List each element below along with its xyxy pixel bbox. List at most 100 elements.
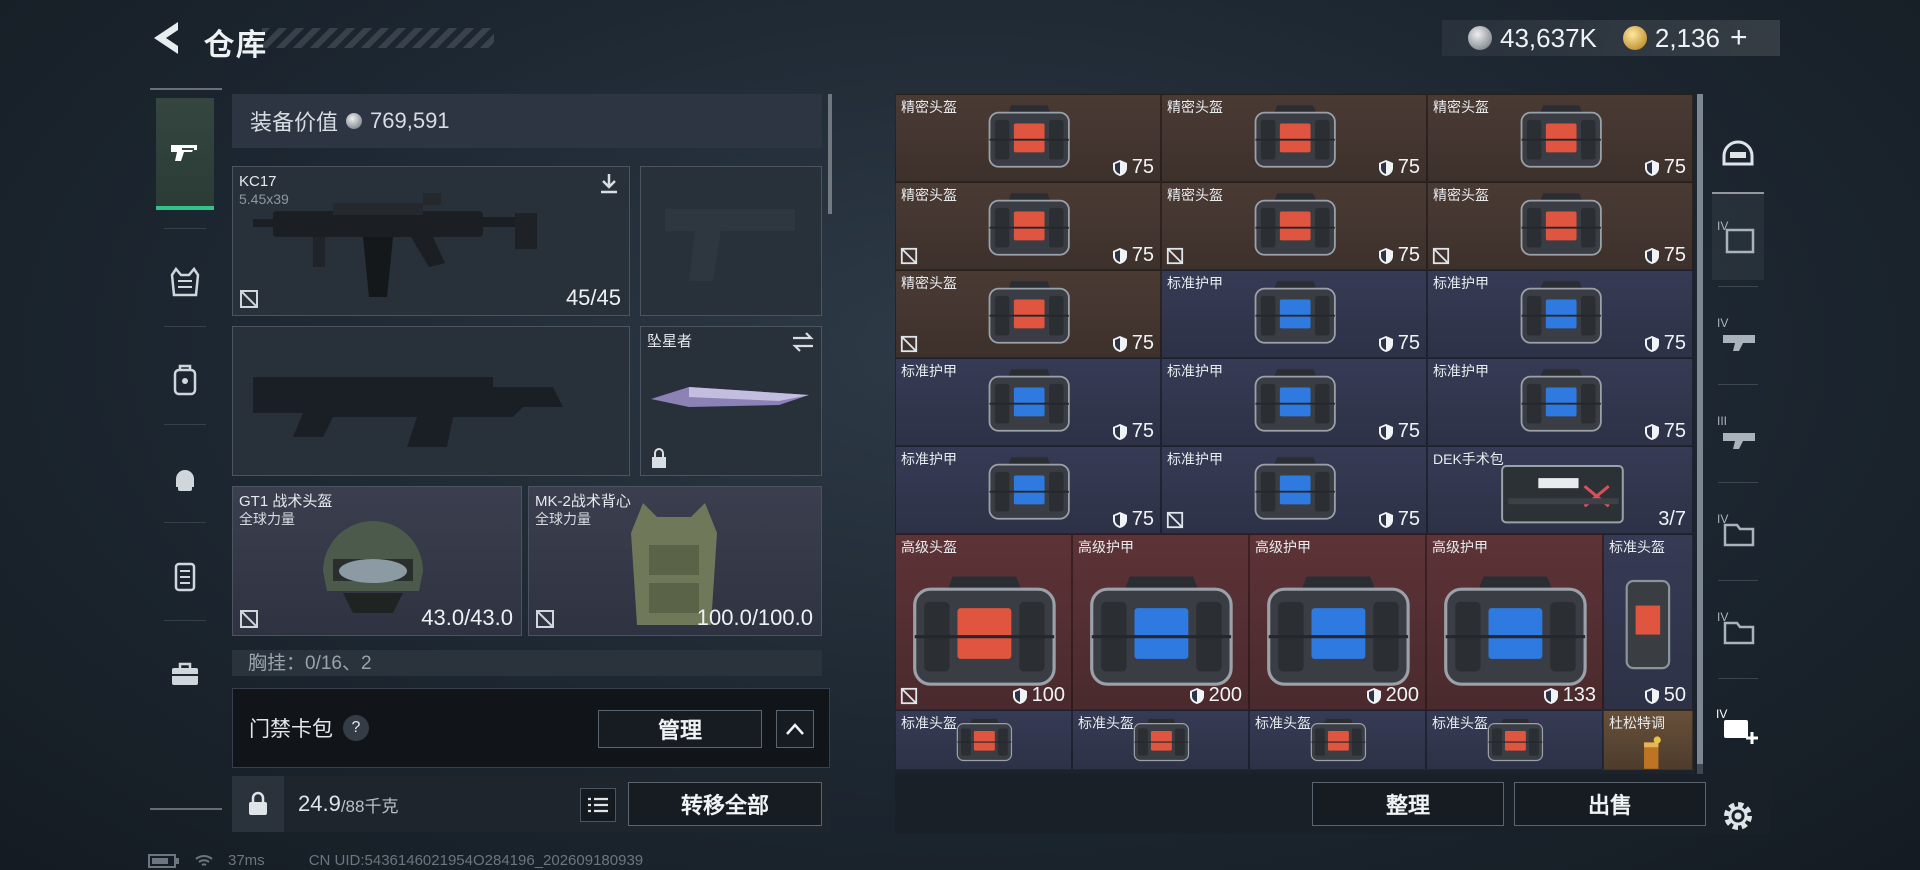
tab-storage-5[interactable]: IV: [1712, 584, 1764, 672]
inventory-item[interactable]: 标准护甲 75: [895, 446, 1161, 534]
inventory-item[interactable]: 精密头盔 75: [1427, 94, 1693, 182]
item-value: 100: [1012, 684, 1065, 707]
sell-button[interactable]: 出售: [1514, 782, 1706, 826]
primary-weapon-slot[interactable]: KC17 5.45x39 45/45: [232, 166, 630, 316]
storage-tabs: IV IV III IV IV IV: [1712, 106, 1766, 830]
inventory-item[interactable]: 高级头盔 100: [895, 534, 1072, 710]
inventory-scrollbar[interactable]: [1697, 94, 1703, 764]
transfer-all-button[interactable]: 转移全部: [628, 782, 822, 826]
item-value: 75: [1644, 420, 1686, 443]
ping: 37ms: [228, 852, 265, 869]
inventory-item[interactable]: 精密头盔 75: [895, 182, 1161, 270]
inventory-item[interactable]: 高级护甲 133: [1426, 534, 1603, 710]
add-currency-button[interactable]: +: [1730, 23, 1748, 53]
storage-iii-icon: III: [1717, 414, 1755, 449]
shield-icon: [1543, 687, 1558, 704]
secondary-weapon-slot[interactable]: [232, 326, 630, 476]
inventory-item[interactable]: 标准护甲 75: [1161, 358, 1427, 446]
inventory-item[interactable]: 杜松特调: [1603, 710, 1693, 770]
nav-locker[interactable]: [156, 534, 214, 618]
inventory-item[interactable]: 标准护甲 75: [895, 358, 1161, 446]
collapse-button[interactable]: [776, 710, 814, 748]
chest-rig-slot[interactable]: 胸挂：0/16、2: [232, 650, 822, 676]
item-name: 精密头盔: [901, 99, 957, 115]
item-value: 3/7: [1658, 508, 1686, 531]
nav-toolbox[interactable]: [156, 632, 214, 716]
back-arrow-icon[interactable]: [148, 18, 184, 58]
nav-weapons[interactable]: [156, 98, 214, 210]
item-value-text: 75: [1663, 420, 1686, 442]
tab-storage-3[interactable]: III: [1712, 388, 1764, 476]
inventory-item[interactable]: 标准头盔: [1249, 710, 1426, 770]
nav-helmet-bag[interactable]: [156, 436, 214, 520]
lock-toggle[interactable]: [232, 776, 284, 832]
sort-button[interactable]: 整理: [1312, 782, 1504, 826]
armor-case-icon: [1444, 576, 1587, 686]
shield-icon: [1378, 423, 1393, 440]
item-name: 精密头盔: [1433, 187, 1489, 203]
item-name: 标准头盔: [1432, 715, 1488, 731]
armor-case-icon: [988, 457, 1070, 520]
item-name: 高级护甲: [1255, 539, 1311, 555]
item-value: 75: [1378, 156, 1420, 179]
inventory-item[interactable]: 标准头盔: [1426, 710, 1603, 770]
tab-gear-storage[interactable]: [1712, 106, 1764, 194]
nav-armor[interactable]: [156, 240, 214, 324]
tab-storage-4[interactable]: IV: [1712, 486, 1764, 574]
item-value: 75: [1112, 156, 1154, 179]
backpack-icon: [173, 364, 197, 396]
manage-button[interactable]: 管理: [598, 710, 762, 748]
lock-icon: [249, 791, 267, 815]
inventory-item[interactable]: 标准护甲 75: [1161, 270, 1427, 358]
item-value: 75: [1644, 332, 1686, 355]
inventory-item[interactable]: 标准护甲 75: [1427, 358, 1693, 446]
download-icon[interactable]: [597, 171, 621, 195]
inventory-item[interactable]: 标准护甲 75: [1427, 270, 1693, 358]
sidearm-slot[interactable]: [640, 166, 822, 316]
rifle-kc17-icon: [253, 193, 537, 297]
help-button[interactable]: ?: [343, 715, 369, 741]
helmet-tab-icon: [1722, 140, 1754, 166]
inventory-item[interactable]: 标准头盔 50: [1603, 534, 1693, 710]
equipment-value-bar: 装备价值 769,591: [232, 94, 822, 148]
tab-storage-1[interactable]: IV: [1712, 192, 1764, 280]
helmet-case-icon: [956, 718, 1013, 761]
swap-icon[interactable]: [791, 331, 815, 353]
shield-icon: [1112, 423, 1127, 440]
weapon-ammo: 45/45: [565, 285, 621, 310]
tab-add-storage[interactable]: IV: [1712, 682, 1764, 770]
vest-slot[interactable]: MK-2战术背心 全球力量 100.0/100.0: [528, 486, 822, 636]
helmet-slot[interactable]: GT1 战术头盔 全球力量 43.0/43.0: [232, 486, 522, 636]
item-name: 标准护甲: [901, 451, 957, 467]
melee-slot[interactable]: 坠星者: [640, 326, 822, 476]
inventory-item[interactable]: 精密头盔 75: [895, 270, 1161, 358]
user-uid: CN UID:5436146021954O284196_202609180939: [308, 852, 644, 869]
inventory-item[interactable]: 精密头盔 75: [1161, 94, 1427, 182]
inventory-item[interactable]: 标准头盔: [1072, 710, 1249, 770]
item-value: 75: [1112, 332, 1154, 355]
helmet-bag-icon: [176, 470, 194, 491]
inventory-item[interactable]: 高级护甲 200: [1249, 534, 1426, 710]
surgery-kit-icon: [1501, 464, 1624, 523]
item-value: 75: [1112, 420, 1154, 443]
tab-storage-2[interactable]: IV: [1712, 290, 1764, 378]
inventory-item[interactable]: 标准头盔: [895, 710, 1072, 770]
inventory-item[interactable]: 高级护甲 200: [1072, 534, 1249, 710]
shield-icon: [1189, 687, 1204, 704]
settings-button[interactable]: [1712, 772, 1764, 860]
storage-iv-4-icon: IV: [1717, 610, 1755, 645]
list-view-button[interactable]: [580, 788, 616, 822]
item-value-text: 200: [1385, 684, 1419, 706]
equipment-scrollbar[interactable]: [828, 94, 832, 214]
item-value-text: 75: [1663, 332, 1686, 354]
inventory-item[interactable]: 精密头盔 75: [895, 94, 1161, 182]
wifi-icon: [195, 854, 213, 866]
item-value-text: 133: [1562, 684, 1596, 706]
shield-icon: [1112, 247, 1127, 264]
nav-backpack[interactable]: [156, 338, 214, 422]
inventory-item[interactable]: 精密头盔 75: [1161, 182, 1427, 270]
inventory-item[interactable]: DEK手术包 3/7: [1427, 446, 1693, 534]
inventory-item[interactable]: 精密头盔 75: [1427, 182, 1693, 270]
inventory-item[interactable]: 标准护甲 75: [1161, 446, 1427, 534]
item-value-text: 75: [1131, 244, 1154, 266]
